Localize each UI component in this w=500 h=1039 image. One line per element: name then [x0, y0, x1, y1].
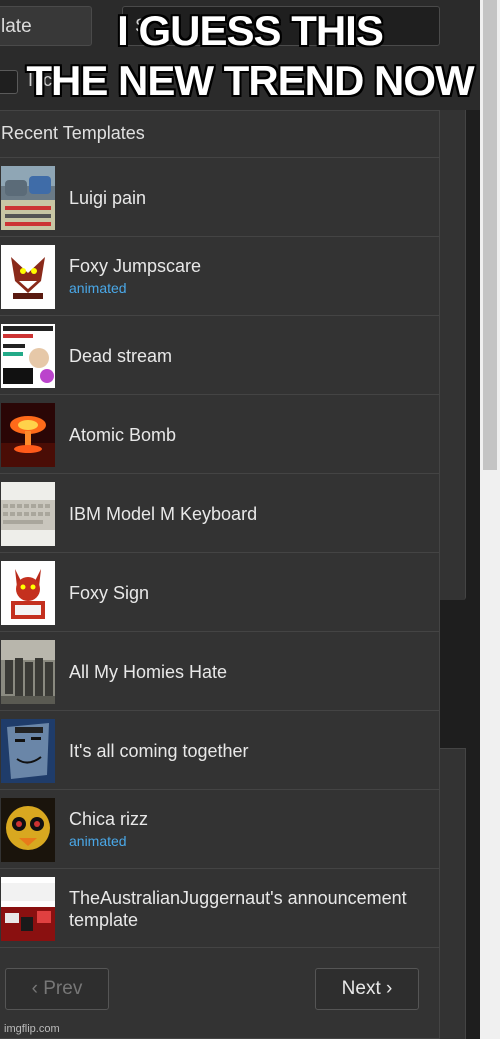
panel-heading: Recent Templates [0, 111, 439, 158]
animated-tag: animated [69, 833, 127, 849]
template-title: Chica rizz [69, 809, 149, 829]
template-row-ibm-model-m-keyboard[interactable]: IBM Model M Keyboard [0, 474, 439, 553]
luigi-pain-thumbnail [1, 166, 55, 230]
next-button[interactable]: Next › [315, 968, 419, 1010]
template-row-dead-stream[interactable]: Dead stream [0, 316, 439, 395]
template-title: Dead stream [69, 346, 173, 366]
animated-tag: animated [69, 280, 127, 296]
template-row-foxy-sign[interactable]: Foxy Sign [0, 553, 439, 632]
template-title: Foxy Jumpscare [69, 256, 202, 276]
template-row-luigi-pain[interactable]: Luigi pain [0, 158, 439, 237]
template-row-australian-juggernaut[interactable]: TheAustralianJuggernaut's announcement t… [0, 869, 439, 948]
right-panel-bottom [440, 748, 466, 1039]
template-row-chica-rizz[interactable]: Chica rizz animated [0, 790, 439, 869]
template-title: IBM Model M Keyboard [69, 504, 258, 524]
template-title: Luigi pain [69, 188, 147, 208]
meme-caption-line-1: I GUESS THIS [117, 7, 384, 54]
template-title: All My Homies Hate [69, 662, 228, 682]
coming-together-thumbnail [1, 719, 55, 783]
template-title: It's all coming together [69, 741, 249, 761]
template-title: Atomic Bomb [69, 425, 177, 445]
recent-templates-panel: Recent Templates Luigi pain Foxy Jumpsca… [0, 110, 440, 1039]
prev-button[interactable]: ‹ Prev [5, 968, 109, 1010]
template-title: TheAustralianJuggernaut's announcement t… [69, 888, 407, 930]
atomic-bomb-thumbnail [1, 403, 55, 467]
dead-stream-thumbnail [1, 324, 55, 388]
all-my-homies-thumbnail [1, 640, 55, 704]
template-row-its-all-coming-together[interactable]: It's all coming together [0, 711, 439, 790]
announcement-template-thumbnail [1, 877, 55, 941]
right-panel-top [440, 110, 466, 600]
ibm-keyboard-thumbnail [1, 482, 55, 546]
template-title: Foxy Sign [69, 583, 150, 603]
meme-caption-line-2: THE NEW TREND NOW [26, 57, 474, 104]
template-row-atomic-bomb[interactable]: Atomic Bomb [0, 395, 439, 474]
template-row-foxy-jumpscare[interactable]: Foxy Jumpscare animated [0, 237, 439, 316]
pagination: ‹ Prev Next › [0, 948, 439, 1036]
foxy-sign-thumbnail [1, 561, 55, 625]
imgflip-watermark: imgflip.com [4, 1023, 60, 1035]
chica-rizz-thumbnail [1, 798, 55, 862]
foxy-jumpscare-thumbnail [1, 245, 55, 309]
template-row-all-my-homies-hate[interactable]: All My Homies Hate [0, 632, 439, 711]
